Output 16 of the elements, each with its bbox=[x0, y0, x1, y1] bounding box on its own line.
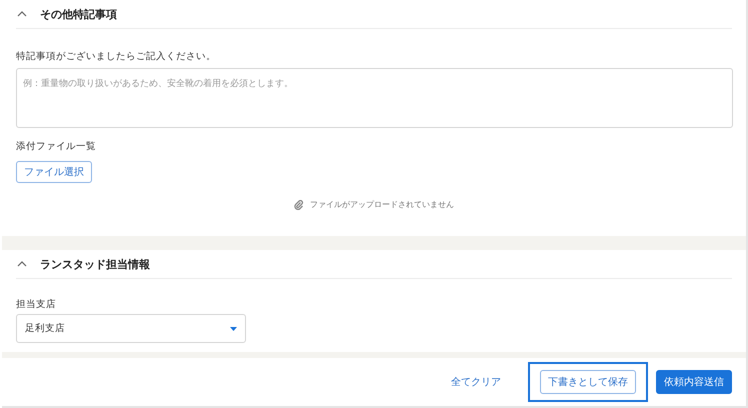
collapse-toggle[interactable] bbox=[16, 9, 28, 19]
file-select-button[interactable]: ファイル選択 bbox=[16, 161, 92, 183]
section-title: ランスタッド担当情報 bbox=[40, 256, 150, 272]
section-title: その他特記事項 bbox=[40, 6, 117, 22]
collapse-toggle[interactable] bbox=[16, 259, 28, 269]
caret-icon bbox=[230, 326, 237, 330]
field-label: 特記事項がございましたらご記入ください。 bbox=[16, 50, 217, 63]
branch-dropdown[interactable]: 足利支店 bbox=[16, 314, 246, 343]
submit-button[interactable]: 依頼内容送信 bbox=[656, 370, 732, 394]
notes-field[interactable]: 例：重量物の取り扱いがあるため、安全靴の着用を必須とします。 bbox=[16, 68, 733, 128]
empty-message: ファイルがアップロードされていません bbox=[310, 199, 454, 210]
field-label: 添付ファイル一覧 bbox=[16, 140, 97, 153]
clear-link[interactable]: 全てクリア bbox=[444, 371, 508, 393]
save-draft-button[interactable]: 下書きとして保存 bbox=[540, 370, 636, 394]
field-label: 担当支店 bbox=[16, 298, 57, 311]
paperclip-icon bbox=[294, 200, 304, 210]
